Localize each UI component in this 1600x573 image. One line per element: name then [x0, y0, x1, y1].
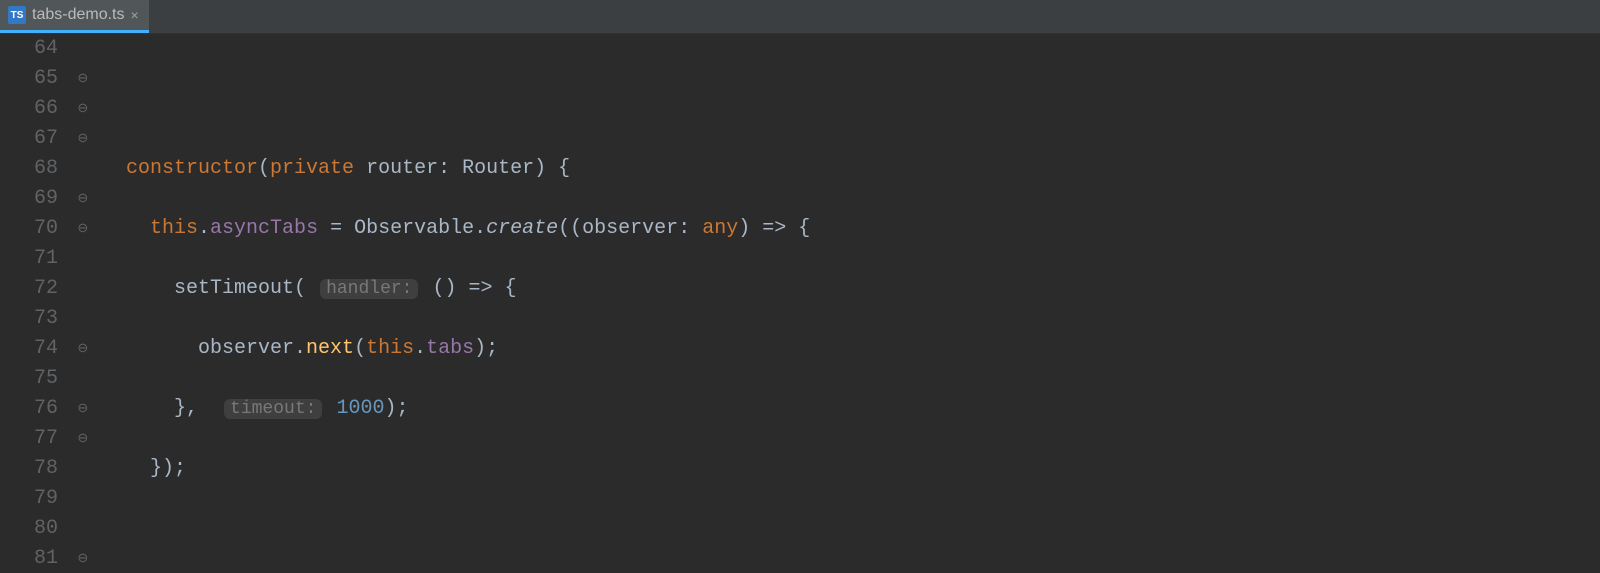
fold-marker[interactable]: ⊖ — [70, 544, 96, 573]
code-line[interactable]: constructor(private router: Router) { — [126, 154, 1600, 184]
fold-marker[interactable] — [70, 244, 96, 274]
inlay-hint: timeout: — [224, 399, 322, 419]
fold-marker[interactable] — [70, 484, 96, 514]
line-number: 64 — [0, 34, 58, 64]
ident: Observable — [354, 217, 474, 240]
fold-marker[interactable]: ⊖ — [70, 334, 96, 364]
indent — [126, 337, 198, 360]
keyword: any — [702, 217, 738, 240]
indent — [126, 277, 174, 300]
line-number: 80 — [0, 514, 58, 544]
line-number: 74 — [0, 334, 58, 364]
punct: ) { — [534, 157, 570, 180]
code-line[interactable]: }, timeout: 1000); — [126, 394, 1600, 424]
line-number: 81 — [0, 544, 58, 573]
method: next — [306, 337, 354, 360]
line-number: 75 — [0, 364, 58, 394]
fold-marker[interactable]: ⊖ — [70, 64, 96, 94]
file-tab-label: tabs-demo.ts — [32, 6, 124, 24]
fold-marker[interactable]: ⊖ — [70, 394, 96, 424]
fold-marker[interactable] — [70, 34, 96, 64]
line-number: 68 — [0, 154, 58, 184]
indent: }, — [126, 397, 222, 420]
line-number: 66 — [0, 94, 58, 124]
fold-marker[interactable] — [70, 304, 96, 334]
line-number: 67 — [0, 124, 58, 154]
keyword-this: this — [150, 217, 198, 240]
fold-marker[interactable]: ⊖ — [70, 424, 96, 454]
punct: ) => { — [738, 217, 810, 240]
keyword: constructor — [126, 157, 258, 180]
param: router — [354, 157, 438, 180]
line-number: 72 — [0, 274, 58, 304]
punct: ( — [294, 277, 318, 300]
punct: () => { — [420, 277, 516, 300]
indent — [126, 217, 150, 240]
tab-bar: TS tabs-demo.ts × — [0, 0, 1600, 34]
type: Router — [462, 157, 534, 180]
punct: ( — [258, 157, 270, 180]
code-line[interactable] — [126, 94, 1600, 124]
code-line[interactable]: this.asyncTabs = Observable.create((obse… — [126, 214, 1600, 244]
line-number-gutter: 646566676869707172737475767778798081 — [0, 34, 70, 573]
code-line[interactable]: setTimeout( handler: () => { — [126, 274, 1600, 304]
code-line[interactable] — [126, 514, 1600, 544]
fold-marker[interactable] — [70, 154, 96, 184]
punct: . — [414, 337, 426, 360]
field: asyncTabs — [210, 217, 318, 240]
punct: : — [678, 217, 702, 240]
line-number: 69 — [0, 184, 58, 214]
punct: : — [438, 157, 462, 180]
keyword: private — [270, 157, 354, 180]
punct: . — [198, 217, 210, 240]
fold-marker[interactable] — [70, 274, 96, 304]
code-area[interactable]: constructor(private router: Router) { th… — [96, 34, 1600, 573]
number: 1000 — [336, 397, 384, 420]
fold-marker[interactable] — [70, 454, 96, 484]
line-number: 65 — [0, 64, 58, 94]
fold-marker[interactable] — [70, 364, 96, 394]
inlay-hint: handler: — [320, 279, 418, 299]
fold-marker[interactable]: ⊖ — [70, 214, 96, 244]
code-line[interactable]: observer.next(this.tabs); — [126, 334, 1600, 364]
line-number: 71 — [0, 244, 58, 274]
line-number: 79 — [0, 484, 58, 514]
typescript-file-icon: TS — [8, 6, 26, 24]
code-editor[interactable]: 646566676869707172737475767778798081 ⊖⊖⊖… — [0, 34, 1600, 573]
indent: }); — [126, 457, 186, 480]
field: tabs — [426, 337, 474, 360]
punct: ( — [354, 337, 366, 360]
line-number: 70 — [0, 214, 58, 244]
file-tab[interactable]: TS tabs-demo.ts × — [0, 0, 149, 33]
fold-marker[interactable]: ⊖ — [70, 124, 96, 154]
fold-marker[interactable]: ⊖ — [70, 94, 96, 124]
fold-marker[interactable]: ⊖ — [70, 184, 96, 214]
fold-marker[interactable] — [70, 514, 96, 544]
line-number: 77 — [0, 424, 58, 454]
ident: observer — [198, 337, 294, 360]
keyword-this: this — [366, 337, 414, 360]
line-number: 76 — [0, 394, 58, 424]
code-line[interactable]: }); — [126, 454, 1600, 484]
method: create — [486, 217, 558, 240]
op: = — [318, 217, 354, 240]
line-number: 78 — [0, 454, 58, 484]
close-icon[interactable]: × — [130, 7, 138, 23]
line-number: 73 — [0, 304, 58, 334]
punct: . — [474, 217, 486, 240]
punct: ((observer — [558, 217, 678, 240]
fold-column[interactable]: ⊖⊖⊖⊖⊖⊖⊖⊖⊖ — [70, 34, 96, 573]
punct: ); — [384, 397, 408, 420]
call: setTimeout — [174, 277, 294, 300]
punct: ); — [474, 337, 498, 360]
punct: . — [294, 337, 306, 360]
